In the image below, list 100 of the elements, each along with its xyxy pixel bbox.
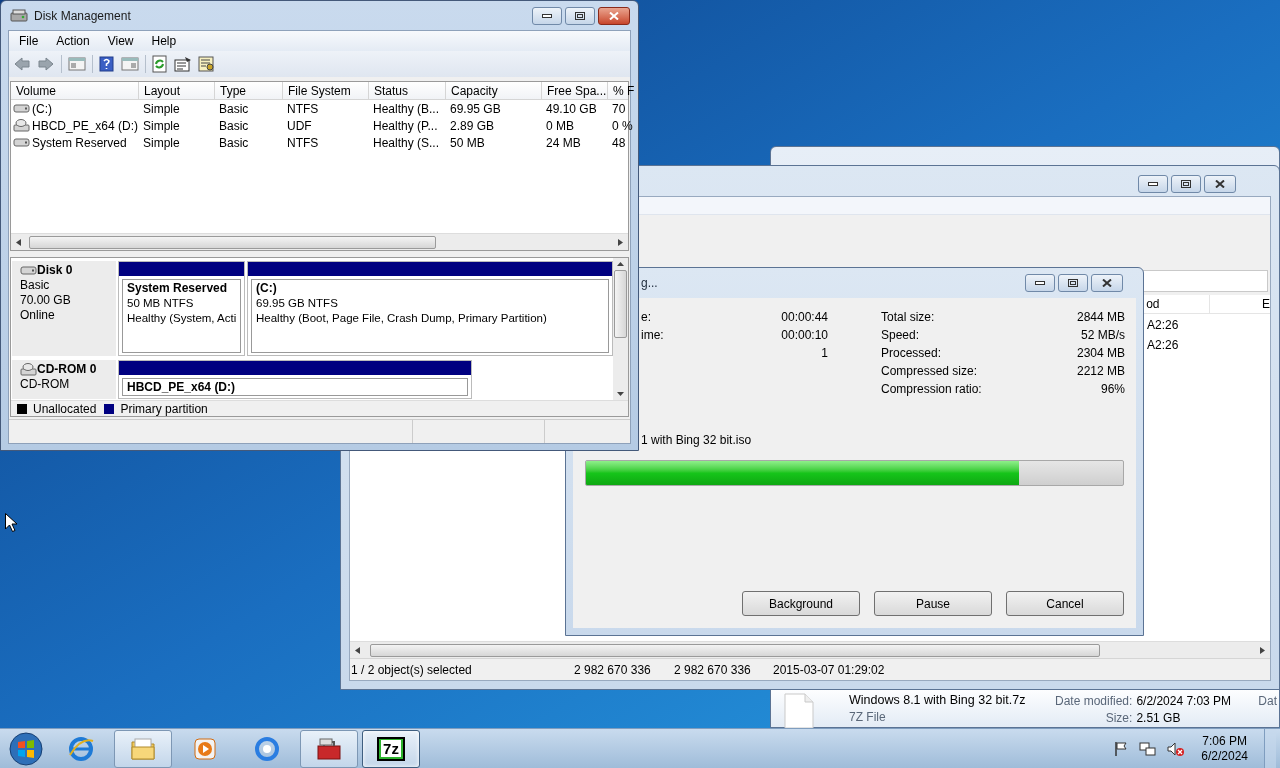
minimize-button[interactable] [1025, 274, 1055, 292]
column-header[interactable]: Free Spa... [542, 82, 608, 99]
table-cell-text: Healthy (B... [373, 100, 440, 118]
dialog-button[interactable]: Cancel [1006, 591, 1124, 616]
stat-label: e: [641, 309, 652, 326]
legend-label: Unallocated [33, 400, 97, 418]
dialog-title: g... [641, 275, 658, 292]
field-label: Date modified: [1055, 693, 1133, 710]
table-cell-text: Healthy (P... [373, 117, 438, 135]
close-button[interactable] [1204, 175, 1236, 193]
table-cell-text: 24 MB [546, 134, 581, 152]
column-header[interactable]: Volume [11, 82, 139, 99]
partition-name: System Reserved [127, 281, 229, 296]
minimize-button[interactable] [1138, 175, 1168, 193]
table-cell-text: 50 MB [450, 134, 485, 152]
scrollbar-thumb[interactable] [29, 235, 436, 249]
close-icon [1102, 279, 1112, 287]
table-cell-text: Healthy (S... [373, 134, 440, 152]
clock[interactable]: 7:06 PM 6/2/2024 [1195, 733, 1254, 764]
partition-info: Healthy (Boot, Page File, Crash Dump, Primary Partition) [256, 311, 548, 326]
menu-item[interactable]: Action [49, 32, 97, 50]
table-cell-text: HBCD_PE_x64 (D:) [32, 117, 139, 135]
column-header[interactable]: Layout [139, 82, 215, 99]
table-cell-text: 2.89 GB [450, 117, 495, 135]
mouse-pointer-icon [5, 513, 17, 532]
settings-icon [198, 56, 216, 72]
close-button[interactable] [598, 6, 630, 25]
logo-text: 7z [381, 740, 401, 757]
table-cell-text: Simple [143, 134, 180, 152]
partition-info: 69.95 GB NTFS [256, 296, 339, 311]
stat-value: 2304 MB [1076, 345, 1125, 362]
stat-value: 2212 MB [1076, 363, 1125, 380]
stat-value: 00:00:10 [781, 327, 828, 344]
back-arrow-icon [13, 56, 31, 72]
status-text: 2 982 670 336 [673, 661, 752, 679]
dialog-button[interactable]: Pause [874, 591, 992, 616]
speaker-muted-icon [1167, 740, 1186, 757]
taskbar-button[interactable] [114, 729, 172, 768]
taskbar-button[interactable]: 7z [362, 729, 420, 768]
menu-item[interactable]: Help [144, 32, 184, 50]
column-header[interactable]: Type [215, 82, 283, 99]
scrollbar-thumb[interactable] [370, 643, 1100, 657]
table-cell-text: A2:26 [1146, 336, 1179, 354]
table-cell-text: Simple [143, 100, 180, 118]
window-title: Disk Management [34, 7, 131, 25]
table-cell-text: Basic [219, 117, 249, 135]
close-icon [609, 11, 619, 20]
horizontal-scrollbar[interactable] [11, 233, 628, 250]
disk-info: 70.00 GB [20, 293, 72, 308]
minimize-icon [1148, 182, 1158, 186]
stat-value: 00:00:44 [781, 309, 828, 326]
stat-label: Compression ratio: [881, 381, 983, 398]
column-header[interactable]: % F [608, 82, 638, 99]
scrollbar-thumb[interactable] [614, 270, 627, 338]
optical-drive-icon [13, 118, 30, 133]
stat-label: Speed: [881, 327, 921, 344]
field-value: 2.51 GB [1136, 710, 1182, 727]
disk-info: Online [20, 308, 56, 323]
close-icon [1215, 180, 1225, 188]
panel-icon [68, 56, 86, 72]
table-cell-text: 49.10 GB [546, 100, 597, 118]
browser-icon [67, 734, 95, 763]
maximize-icon [575, 11, 585, 20]
table-cell-text: UDF [287, 117, 312, 135]
stat-label: Total size: [881, 309, 936, 326]
vertical-scrollbar[interactable] [613, 258, 628, 400]
minimize-button[interactable] [532, 6, 562, 25]
menu-item[interactable]: File [12, 32, 46, 50]
dialog-button[interactable]: Background [742, 591, 860, 616]
table-cell-text: Basic [219, 100, 249, 118]
clock-date: 6/2/2024 [1201, 748, 1248, 764]
stat-value: 96% [1099, 381, 1125, 398]
column-header[interactable]: Capacity [446, 82, 542, 99]
stat-label: Compressed size: [881, 363, 979, 380]
panel-icon [121, 56, 139, 72]
help-icon [99, 56, 115, 72]
disk-name: Disk 0 [37, 263, 73, 278]
partition-name: HBCD_PE_x64 (D:) [127, 380, 237, 395]
partition-block[interactable]: System Reserved 50 MB NTFS Healthy (System, Acti [118, 261, 245, 356]
maximize-button[interactable] [565, 6, 595, 25]
maximize-button[interactable] [1171, 175, 1201, 193]
table-cell-text: 48 [612, 134, 626, 152]
horizontal-scrollbar[interactable] [350, 641, 1270, 658]
maximize-icon [1181, 180, 1191, 188]
partition-block[interactable]: HBCD_PE_x64 (D:) [118, 360, 472, 399]
field-label: Dat [1258, 693, 1277, 710]
column-header[interactable]: Status [369, 82, 446, 99]
column-header[interactable]: File System [283, 82, 369, 99]
stat-value: 2844 MB [1076, 309, 1125, 326]
column-header[interactable]: E [1210, 295, 1270, 313]
stat-label: ime: [641, 327, 665, 344]
maximize-button[interactable] [1058, 274, 1088, 292]
minimize-icon [542, 13, 552, 18]
close-button[interactable] [1091, 274, 1123, 292]
legend-label: Primary partition [120, 400, 208, 418]
taskbar-button[interactable] [300, 729, 358, 768]
partition-block[interactable]: (C:) 69.95 GB NTFS Healthy (Boot, Page File, Crash Dump, Primary Partition) [247, 261, 613, 356]
drive-icon [13, 101, 30, 116]
maximize-icon [1068, 279, 1078, 287]
menu-item[interactable]: View [100, 32, 141, 50]
